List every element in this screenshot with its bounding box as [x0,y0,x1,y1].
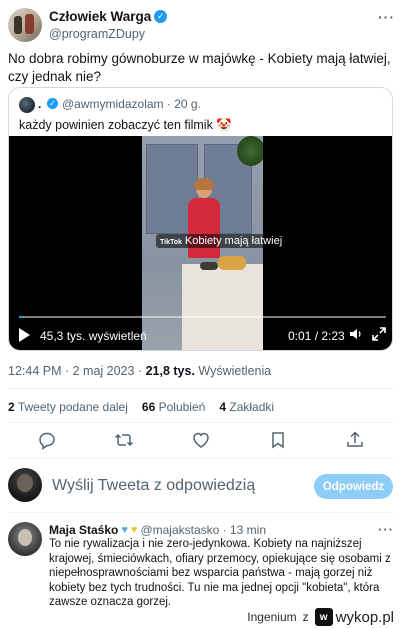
like-icon[interactable] [191,430,211,450]
avatar-face [18,529,32,546]
tiktok-logo: TikTok [160,239,182,246]
comment-author-handle[interactable]: @majakstasko · 13 min [140,523,266,537]
tweet-views-label: Wyświetlenia [194,364,272,378]
video-caption-text: Kobiety mają łatwiej [184,235,283,247]
watermark-user: Ingenium [247,610,297,624]
quoted-tweet-card[interactable]: . ✓ @awmymidazolam · 20 g. każdy powinie… [8,87,393,351]
likes-stat[interactable]: 66 Polubień [142,400,205,414]
divider [8,512,393,513]
quote-verified-badge-icon: ✓ [47,98,58,109]
watermark-separator: z [302,610,309,624]
bookmarks-label: Zakładki [229,400,275,414]
author-handle[interactable]: @programZDupy [49,27,145,41]
comment-more-options-icon[interactable]: ··· [378,522,394,537]
tweet-views-count: 21,8 tys. [145,364,195,378]
retweet-icon[interactable] [114,430,134,450]
bookmarks-stat[interactable]: 4 Zakładki [219,400,274,414]
likes-count: 66 [141,400,156,414]
video-person-body [188,198,220,258]
verified-badge-icon: ✓ [154,10,168,23]
tweet-timestamp[interactable]: 12:44 PM · 2 maj 2023 · [8,364,146,378]
wykop-brand-text: wykop.pl [335,608,394,626]
bookmark-icon[interactable] [268,430,288,450]
play-icon[interactable] [19,328,30,342]
reply-input[interactable]: Wyślij Tweeta z odpowiedzią [52,477,255,495]
author-avatar[interactable] [8,8,42,42]
tweet-text: No dobra robimy gównoburze w majówkę - K… [8,51,391,84]
quote-author-name: . [38,97,42,111]
tweet-meta: 12:44 PM · 2 maj 2023 · 21,8 tys. Wyświe… [8,364,271,378]
tweet-action-bar [0,428,400,452]
author-name-text: Człowiek Warga [49,9,152,24]
wykop-logo: w wykop.pl [314,608,394,626]
avatar-figure [25,14,34,34]
video-food [218,256,246,270]
divider [8,422,393,423]
comment-text: To nie rywalizacja i nie zero-jedynkowa.… [49,538,391,608]
quote-author-handle: @awmymidazolam · 20 g. [62,97,201,111]
volume-icon[interactable] [349,327,363,341]
divider [8,458,393,459]
retweets-stat[interactable]: 2 Tweety podane dalej [8,400,128,414]
comment-header: Maja Staśko ♥ ♥ @majakstasko · 13 min [49,523,266,537]
video-food [200,262,218,270]
more-options-icon[interactable]: ··· [378,9,395,25]
video-person-hair [194,178,214,190]
wykop-watermark: Ingenium z w wykop.pl [247,608,394,626]
tweet-stats: 2 Tweety podane dalej 66 Polubień 4 Zakł… [8,400,274,414]
comment-author-avatar[interactable] [8,522,42,556]
video-caption: TikTok Kobiety mają łatwiej [156,234,287,248]
current-user-avatar[interactable] [8,468,42,502]
share-icon[interactable] [345,430,365,450]
wykop-logo-icon: w [314,608,333,626]
likes-label: Polubień [158,400,206,414]
quote-text: każdy powinien zobaczyć ten filmik 🤡 [19,118,232,132]
fullscreen-icon[interactable] [372,327,386,341]
reply-icon[interactable] [37,430,57,450]
divider [8,388,393,389]
video-progress-bar[interactable] [19,316,386,318]
video-time: 0:01 / 2:23 [288,329,345,343]
blue-heart-icon: ♥ [121,524,128,536]
video-views: 45,3 tys. wyświetleń [40,329,147,343]
avatar-figure [14,16,22,34]
retweets-count: 2 [8,400,15,414]
video-plant [237,136,263,166]
author-display-name[interactable]: Człowiek Warga ✓ [49,9,168,24]
avatar-face [17,474,33,492]
retweets-label: Tweety podane dalej [17,400,128,414]
yellow-heart-icon: ♥ [130,524,138,536]
comment-author-name[interactable]: Maja Staśko [49,523,118,537]
quote-author-avatar [19,97,35,113]
bookmarks-count: 4 [219,400,227,414]
video-progress-fill [19,316,24,318]
video-player[interactable]: TikTok Kobiety mają łatwiej 45,3 tys. wyś… [9,136,392,350]
reply-button[interactable]: Odpowiedz [314,474,393,499]
